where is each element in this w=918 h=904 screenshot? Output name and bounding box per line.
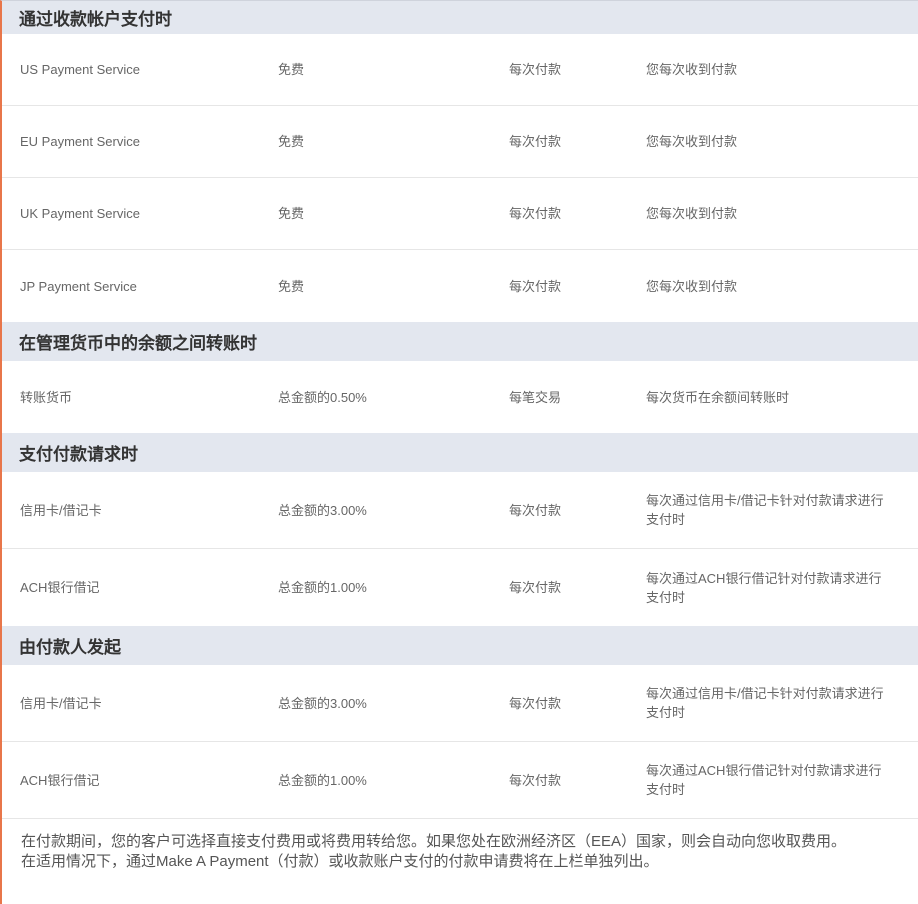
section-header-receiving-account: 通过收款帐户支付时 (2, 1, 918, 34)
unit-cell: 每次付款 (509, 134, 562, 149)
table-row: EU Payment Service 免费 每次付款 您每次收到付款 (2, 106, 918, 178)
section-title: 在管理货币中的余额之间转账时 (19, 334, 257, 353)
note-cell: 每次通过ACH银行借记针对付款请求进行支付时 (646, 763, 882, 797)
service-cell: 信用卡/借记卡 (20, 502, 102, 518)
footnote-eea: 在付款期间，您的客户可选择直接支付费用或将费用转给您。如果您处在欧洲经济区（EE… (21, 833, 847, 850)
fee-cell: 免费 (278, 134, 305, 149)
section-title: 支付付款请求时 (19, 445, 138, 464)
unit-cell: 每次付款 (509, 206, 562, 221)
unit-cell: 每次付款 (509, 580, 562, 595)
table-row: US Payment Service 免费 每次付款 您每次收到付款 (2, 34, 918, 106)
fee-table-page: 通过收款帐户支付时 US Payment Service 免费 每次付款 您每次… (0, 0, 918, 904)
service-cell: JP Payment Service (20, 278, 137, 294)
note-cell: 您每次收到付款 (646, 134, 738, 149)
fee-footnote: 在付款期间，您的客户可选择直接支付费用或将费用转给您。如果您处在欧洲经济区（EE… (2, 819, 918, 872)
fee-cell: 总金额的3.00% (278, 695, 367, 711)
fee-cell: 总金额的1.00% (278, 772, 367, 788)
note-cell: 每次通过信用卡/借记卡针对付款请求进行支付时 (646, 493, 884, 527)
service-cell: UK Payment Service (20, 206, 140, 221)
note-cell: 每次货币在余额间转账时 (646, 389, 790, 405)
section-header-currency-transfer: 在管理货币中的余额之间转账时 (2, 322, 918, 361)
unit-cell: 每次付款 (509, 278, 562, 294)
footnote-listing: 在适用情况下，通过Make A Payment（付款）或收款账户支付的付款申请费… (21, 853, 659, 870)
table-row: UK Payment Service 免费 每次付款 您每次收到付款 (2, 178, 918, 250)
section-title: 通过收款帐户支付时 (19, 10, 172, 29)
table-row: ACH银行借记 总金额的1.00% 每次付款 每次通过ACH银行借记针对付款请求… (2, 742, 918, 819)
unit-cell: 每次付款 (509, 772, 562, 788)
unit-cell: 每次付款 (509, 695, 562, 711)
fee-cell: 总金额的3.00% (278, 502, 367, 518)
fee-cell: 免费 (278, 206, 305, 221)
unit-cell: 每次付款 (509, 502, 562, 518)
table-row: ACH银行借记 总金额的1.00% 每次付款 每次通过ACH银行借记针对付款请求… (2, 549, 918, 626)
fee-cell: 免费 (278, 62, 305, 77)
service-cell: 信用卡/借记卡 (20, 695, 102, 711)
service-cell: EU Payment Service (20, 134, 140, 149)
fee-cell: 免费 (278, 278, 305, 294)
table-row: 信用卡/借记卡 总金额的3.00% 每次付款 每次通过信用卡/借记卡针对付款请求… (2, 472, 918, 549)
fee-cell: 总金额的0.50% (278, 389, 367, 405)
note-cell: 您每次收到付款 (646, 206, 738, 221)
table-row: 转账货币 总金额的0.50% 每笔交易 每次货币在余额间转账时 (2, 361, 918, 433)
table-row: JP Payment Service 免费 每次付款 您每次收到付款 (2, 250, 918, 322)
note-cell: 每次通过ACH银行借记针对付款请求进行支付时 (646, 570, 882, 605)
service-cell: US Payment Service (20, 62, 140, 77)
note-cell: 每次通过信用卡/借记卡针对付款请求进行支付时 (646, 686, 884, 720)
fee-cell: 总金额的1.00% (278, 580, 367, 595)
service-cell: 转账货币 (20, 389, 73, 405)
note-cell: 您每次收到付款 (646, 278, 738, 294)
unit-cell: 每笔交易 (509, 389, 562, 405)
service-cell: ACH银行借记 (20, 772, 100, 788)
section-title: 由付款人发起 (19, 638, 121, 657)
table-row: 信用卡/借记卡 总金额的3.00% 每次付款 每次通过信用卡/借记卡针对付款请求… (2, 665, 918, 742)
note-cell: 您每次收到付款 (646, 62, 738, 77)
section-header-payer-initiated: 由付款人发起 (2, 626, 918, 665)
service-cell: ACH银行借记 (20, 580, 100, 595)
unit-cell: 每次付款 (509, 62, 562, 77)
section-header-payment-request: 支付付款请求时 (2, 433, 918, 472)
